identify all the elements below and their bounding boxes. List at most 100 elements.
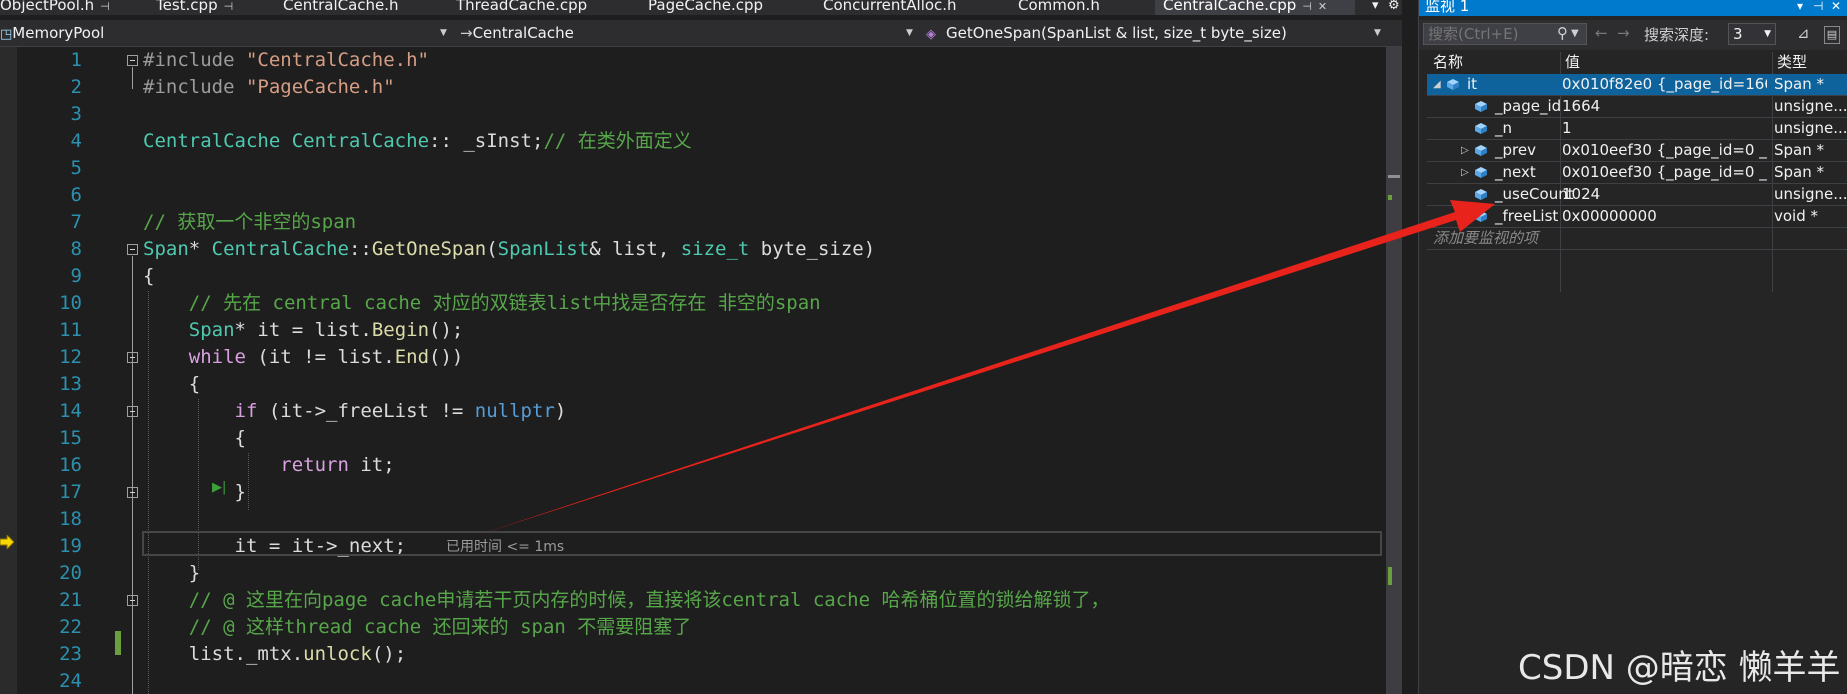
code-token: (it-> — [257, 400, 327, 422]
watch-value[interactable]: 1664 — [1562, 96, 1767, 117]
watch-row[interactable]: _useCount 1024 unsigne... — [1427, 184, 1847, 206]
search-next-icon[interactable]: → — [1617, 24, 1630, 42]
code-token: Span — [143, 238, 189, 260]
tab-list-dropdown-icon[interactable]: ▾ — [1372, 0, 1379, 15]
tab-label: Common.h — [1018, 0, 1100, 14]
chevron-down-icon: ▼ — [440, 28, 447, 38]
expand-icon[interactable]: ▷ — [1461, 162, 1469, 183]
scrollbar-change-marker — [1388, 195, 1392, 200]
watch-value[interactable]: 0x00000000 — [1562, 206, 1767, 227]
line-number: 8 — [70, 238, 82, 260]
watch-value[interactable]: 0x010eef30 {_page_id=0 _n=... — [1562, 162, 1767, 183]
fold-toggle-icon[interactable] — [127, 55, 138, 66]
fold-guide — [132, 67, 133, 89]
scope-name: CentralCache — [472, 24, 574, 42]
code-line[interactable]: CentralCache CentralCache:: _sInst;// 在类… — [143, 128, 692, 155]
code-line[interactable]: // @ 这里在向page cache申请若干页内存的时候，直接将该centra… — [143, 587, 1110, 614]
code-line[interactable]: if (it->_freeList != nullptr) — [143, 398, 567, 425]
pin-icon[interactable]: ⊣ — [224, 0, 234, 13]
code-token: (); — [371, 643, 407, 665]
code-line[interactable]: // 先在 central cache 对应的双链表list中找是否存在 非空的… — [143, 290, 821, 317]
code-token: ()) — [429, 346, 464, 368]
watch-window: 监视 1 ▾ ⊣ ✕ ⚲ ▼ ← → 搜索深度: 3▼ ⊿ ▤ 名称 值 类型 … — [1418, 0, 1847, 694]
close-icon[interactable]: ✕ — [1831, 0, 1841, 13]
tab-threadcache-cpp[interactable]: ThreadCache.cpp — [456, 0, 587, 15]
watch-value[interactable]: 0x010eef30 {_page_id=0 _n=... — [1562, 140, 1767, 161]
column-header-name[interactable]: 名称 — [1433, 52, 1463, 72]
watch-row[interactable]: _page_id 1664 unsigne... — [1427, 96, 1847, 118]
line-number: 2 — [70, 76, 82, 98]
code-line[interactable]: Span* CentralCache::GetOneSpan(SpanList&… — [143, 236, 875, 263]
pin-icon[interactable]: ⊣ — [1813, 0, 1823, 13]
code-token: Span — [188, 319, 235, 341]
code-line[interactable]: // @ 这样thread cache 还回来的 span 不需要阻塞了 — [143, 614, 692, 641]
code-line[interactable]: #include "CentralCache.h" — [143, 47, 429, 74]
code-line[interactable]: while (it != list.End()) — [143, 344, 464, 371]
search-depth-dropdown[interactable]: 3 ▼ — [1728, 23, 1776, 45]
gear-icon[interactable]: ⚙ — [1388, 0, 1400, 15]
column-header-value[interactable]: 值 — [1565, 52, 1580, 72]
tab-pagecache-cpp[interactable]: PageCache.cpp — [648, 0, 763, 15]
vertical-scrollbar[interactable] — [1386, 47, 1402, 694]
watch-row[interactable]: ▷ _prev 0x010eef30 {_page_id=0 _n=... Span … — [1427, 140, 1847, 162]
code-line[interactable]: #include "PageCache.h" — [143, 74, 395, 101]
scope-arrow-icon: → — [460, 24, 473, 42]
code-line[interactable]: Span* it = list.Begin(); — [143, 317, 464, 344]
tab-objectpool-h[interactable]: ObjectPool.h ⊣ — [0, 0, 110, 15]
collapse-icon[interactable]: ◢ — [1433, 74, 1441, 95]
code-text-area[interactable]: 1 #include "CentralCache.h" 2 #include "Pag… — [0, 47, 1383, 694]
method-icon: ◈ — [926, 27, 936, 42]
add-watch-row[interactable]: 添加要监视的项 — [1427, 228, 1847, 250]
project-dropdown[interactable]: ◳MemoryPool — [0, 20, 452, 46]
window-position-dropdown-icon[interactable]: ▾ — [1797, 0, 1803, 13]
tab-centralcache-cpp[interactable]: CentralCache.cpp ⊣ ✕ — [1155, 0, 1355, 15]
code-line[interactable]: { — [143, 425, 246, 452]
code-token: while — [188, 346, 246, 368]
code-line[interactable]: } — [143, 479, 246, 506]
code-line[interactable]: } — [143, 560, 200, 587]
pin-icon[interactable]: ⊣ — [1302, 0, 1312, 13]
search-icon[interactable]: ⚲ — [1557, 24, 1568, 42]
fold-toggle-icon[interactable] — [127, 406, 138, 417]
code-line[interactable]: list._mtx.unlock(); — [143, 641, 406, 668]
variable-icon — [1447, 79, 1459, 90]
chevron-down-icon[interactable]: ▼ — [1571, 28, 1579, 39]
scope-dropdown[interactable]: →CentralCache — [460, 20, 912, 46]
expand-icon[interactable]: ▷ — [1461, 140, 1469, 161]
tab-concurrentalloc-h[interactable]: ConcurrentAlloc.h — [823, 0, 957, 15]
code-editor[interactable]: ObjectPool.h ⊣ Test.cpp ⊣ CentralCache.h T… — [0, 0, 1402, 694]
search-previous-icon[interactable]: ← — [1595, 24, 1608, 42]
watch-row[interactable]: _n 1 unsigne... — [1427, 118, 1847, 140]
fold-toggle-icon[interactable] — [127, 487, 138, 498]
pin-icon[interactable]: ⊣ — [100, 0, 110, 13]
tab-common-h[interactable]: Common.h — [1018, 0, 1100, 15]
watch-row[interactable]: _freeList 0x00000000 void * — [1427, 206, 1847, 228]
column-header-type[interactable]: 类型 — [1777, 52, 1807, 72]
tab-test-cpp[interactable]: Test.cpp ⊣ — [156, 0, 233, 15]
pin-watch-icon[interactable]: ⊿ — [1797, 24, 1810, 42]
code-line[interactable]: return it; — [143, 452, 394, 479]
watch-value[interactable]: 0x010f82e0 {_page_id=1664 ... — [1562, 74, 1767, 95]
code-token: ) — [554, 400, 567, 422]
tab-centralcache-h[interactable]: CentralCache.h — [283, 0, 399, 15]
code-line[interactable]: // 获取一个非空的span — [143, 209, 356, 236]
code-token: } — [143, 562, 201, 584]
fold-toggle-icon[interactable] — [127, 352, 138, 363]
code-line[interactable]: { — [143, 263, 154, 290]
member-dropdown[interactable]: ◈ GetOneSpan(SpanList & list, size_t byte… — [926, 20, 1374, 46]
fold-toggle-icon[interactable] — [127, 244, 138, 255]
code-line[interactable]: { — [143, 371, 200, 398]
code-token: size_t — [680, 238, 750, 260]
close-icon[interactable]: ✕ — [1318, 0, 1327, 13]
perf-tip-elapsed-time[interactable]: 已用时间 <= 1ms — [446, 536, 564, 556]
fold-toggle-icon[interactable] — [127, 595, 138, 606]
run-to-click-icon[interactable]: ▶| — [212, 480, 226, 495]
watch-value[interactable]: 1 — [1562, 118, 1767, 139]
watch-row[interactable]: ◢ it 0x010f82e0 {_page_id=1664 ... Span * — [1427, 74, 1847, 96]
watch-value[interactable]: 1024 — [1562, 184, 1767, 205]
watch-row[interactable]: ▷ _next 0x010eef30 {_page_id=0 _n=... Span … — [1427, 162, 1847, 184]
changed-line-marker — [115, 631, 121, 655]
view-options-icon[interactable]: ▤ — [1824, 26, 1840, 44]
watch-title-bar[interactable]: 监视 1 ▾ ⊣ ✕ — [1419, 0, 1847, 16]
